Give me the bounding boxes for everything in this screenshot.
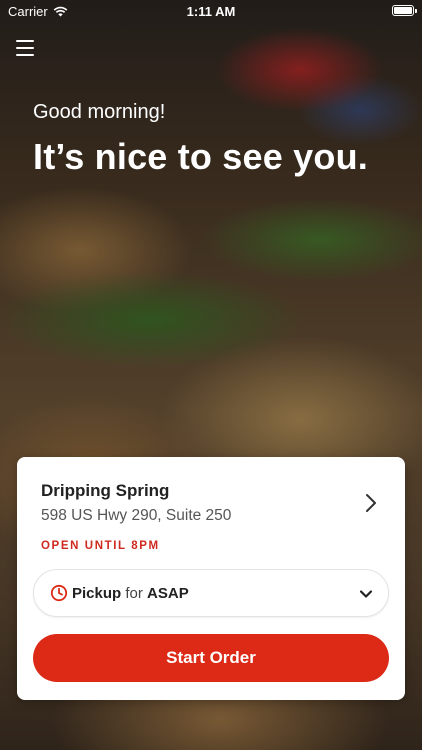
status-bar: Carrier 1:11 AM (0, 0, 422, 22)
order-mode-text: Pickup for ASAP (72, 585, 189, 602)
headline-text: It’s nice to see you. (33, 136, 368, 177)
store-card: Dripping Spring 598 US Hwy 290, Suite 25… (17, 457, 405, 700)
battery-icon (392, 5, 417, 16)
clock-icon (50, 584, 68, 602)
chevron-down-icon (359, 590, 373, 598)
chevron-right-icon (366, 494, 376, 512)
order-time-label: ASAP (147, 584, 189, 602)
open-status-badge: OPEN UNTIL 8PM (41, 540, 160, 552)
store-selector[interactable]: Dripping Spring 598 US Hwy 290, Suite 25… (41, 481, 385, 525)
start-order-button[interactable]: Start Order (33, 634, 389, 682)
order-mode-label: Pickup (72, 584, 122, 602)
order-mode-connector: for (125, 584, 143, 602)
hamburger-menu-icon[interactable] (16, 40, 34, 56)
store-name: Dripping Spring (41, 481, 170, 500)
status-time: 1:11 AM (186, 4, 236, 19)
order-mode-selector[interactable]: Pickup for ASAP (33, 569, 389, 617)
greeting-text: Good morning! (33, 101, 166, 123)
status-right (392, 5, 417, 16)
store-address: 598 US Hwy 290, Suite 250 (41, 507, 232, 524)
